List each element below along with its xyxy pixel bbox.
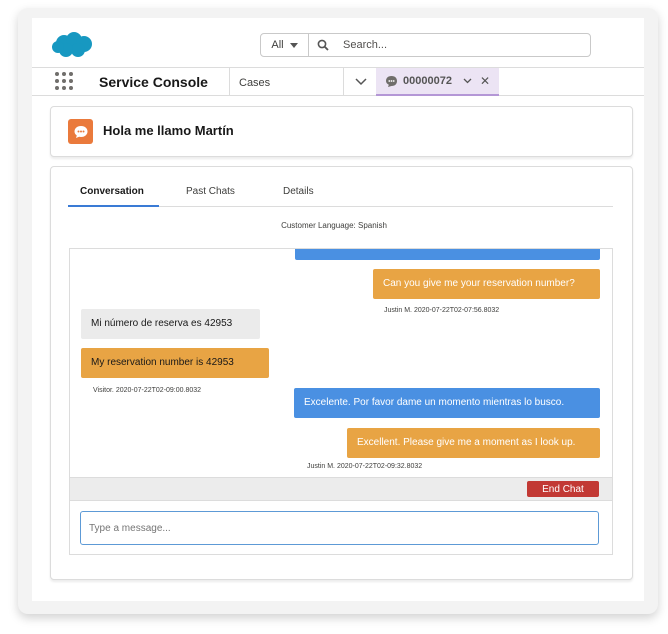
workspace-tab-label: 00000072: [403, 75, 452, 87]
message-bubble-agent-translation: Can you give me your reservation number?: [373, 269, 600, 299]
end-chat-button[interactable]: End Chat: [527, 481, 599, 497]
workspace-tab-active[interactable]: 00000072 ✕: [376, 68, 499, 96]
message-meta: Justin M. 2020-07-22T02-09:32.8032: [307, 463, 423, 470]
chat-icon: [386, 75, 397, 87]
chevron-down-icon[interactable]: [343, 68, 377, 96]
message-meta: Justin M. 2020-07-22T02-07:56.8032: [384, 307, 500, 314]
tab-conversation[interactable]: Conversation: [80, 186, 144, 197]
message-bubble-agent: Excelente. Por favor dame un momento mie…: [294, 388, 600, 418]
chevron-down-icon[interactable]: [463, 78, 472, 84]
chat-transcript-icon: [68, 119, 93, 144]
app-name: Service Console: [99, 74, 208, 90]
customer-language: Customer Language: Spanish: [281, 221, 387, 230]
search-icon: [309, 39, 337, 51]
message-bubble-visitor-translation: My reservation number is 42953: [81, 348, 269, 378]
salesforce-cloud-logo[interactable]: [52, 31, 94, 61]
active-tab-indicator: [68, 205, 159, 207]
search-input[interactable]: Search...: [343, 39, 387, 51]
record-title: Hola me llamo Martín: [103, 123, 234, 138]
search-scope-select[interactable]: All: [261, 34, 309, 56]
close-icon[interactable]: ✕: [480, 74, 490, 88]
message-bubble-agent-translation: Excellent. Please give me a moment as I …: [347, 428, 600, 458]
message-bubble-visitor: Mi número de reserva es 42953: [81, 309, 260, 339]
tab-past-chats[interactable]: Past Chats: [186, 186, 235, 197]
message-input[interactable]: [80, 511, 599, 545]
chat-transcript[interactable]: Can you give me your reservation number?…: [69, 248, 613, 477]
global-search[interactable]: All Search...: [260, 33, 591, 57]
message-bubble-partial: [295, 249, 600, 260]
search-scope-label: All: [271, 39, 284, 51]
tab-details[interactable]: Details: [283, 186, 314, 197]
nav-tab-cases[interactable]: Cases: [229, 68, 343, 96]
caret-down-icon: [289, 42, 298, 48]
app-launcher-icon[interactable]: [55, 72, 73, 90]
message-meta: Visitor. 2020-07-22T02-09:00.8032: [93, 387, 202, 394]
tab-bar: [68, 181, 613, 207]
